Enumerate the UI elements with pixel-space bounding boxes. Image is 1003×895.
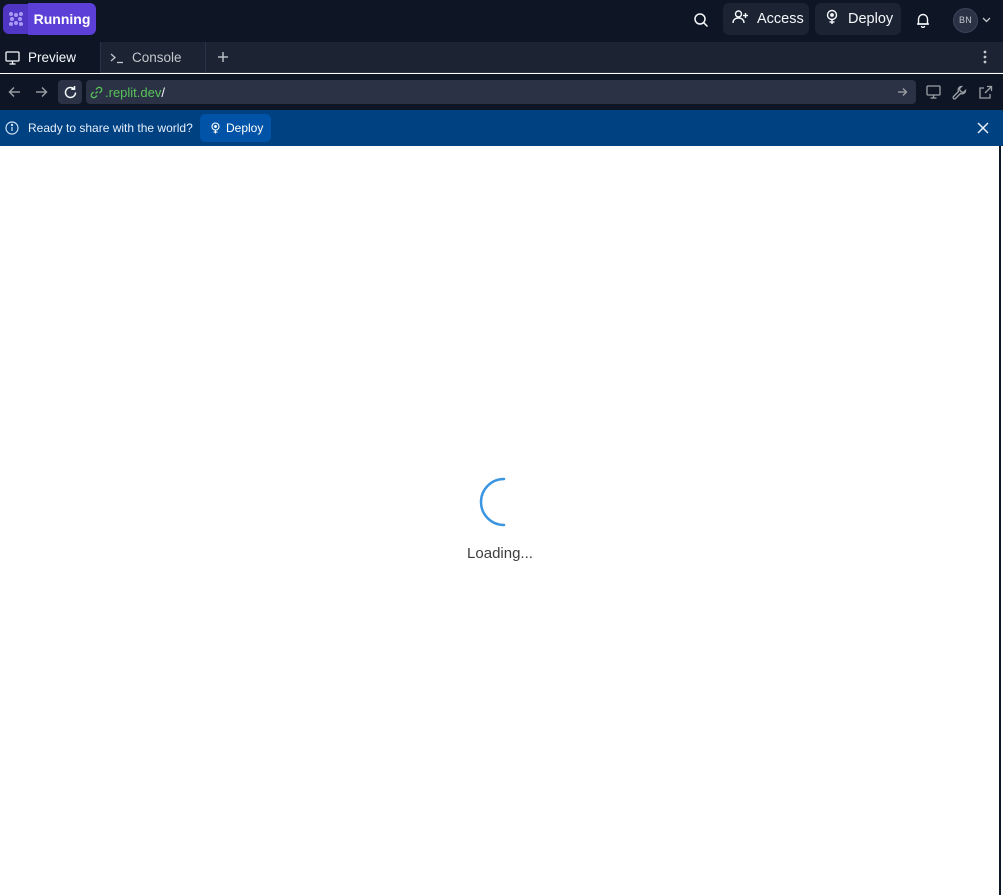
account-menu[interactable]: BN: [953, 7, 993, 33]
wrench-icon[interactable]: [948, 81, 970, 103]
forward-arrow-icon[interactable]: [30, 81, 52, 103]
tab-bar: Preview Console: [0, 42, 1003, 73]
info-icon: [4, 120, 20, 136]
reload-icon[interactable]: [58, 80, 82, 104]
url-bar: .replit.dev /: [0, 74, 1003, 110]
deploy-banner: Ready to share with the world? Deploy: [0, 110, 1003, 146]
tab-preview-label: Preview: [28, 50, 77, 65]
add-tab-icon[interactable]: [214, 48, 232, 66]
external-link-icon[interactable]: [974, 81, 996, 103]
loading-text: Loading...: [467, 545, 533, 562]
url-input[interactable]: .replit.dev /: [86, 80, 916, 104]
bell-icon[interactable]: [910, 7, 936, 33]
url-domain: .replit.dev: [105, 84, 162, 100]
terminal-icon: [110, 52, 124, 64]
tab-console-label: Console: [132, 50, 182, 65]
banner-deploy-button[interactable]: Deploy: [200, 114, 271, 142]
url-path: /: [161, 84, 165, 100]
replit-logo-icon[interactable]: [3, 4, 29, 34]
search-icon[interactable]: [688, 7, 714, 33]
banner-deploy-label: Deploy: [226, 121, 264, 135]
close-icon[interactable]: [976, 121, 990, 135]
tab-console[interactable]: Console: [102, 42, 206, 73]
banner-message: Ready to share with the world?: [28, 121, 193, 135]
top-bar: Running Access Deploy BN: [0, 0, 1003, 42]
chevron-down-icon: [982, 17, 991, 23]
monitor-icon: [5, 50, 20, 65]
deploy-button[interactable]: Deploy: [815, 3, 901, 35]
deploy-icon: [210, 122, 221, 134]
access-button[interactable]: Access: [723, 3, 809, 35]
link-icon: [90, 86, 103, 99]
deploy-label: Deploy: [848, 11, 894, 27]
run-button[interactable]: Running: [28, 3, 96, 35]
avatar: BN: [953, 7, 978, 33]
loading-spinner-icon: [474, 476, 526, 528]
tab-preview[interactable]: Preview: [0, 42, 101, 73]
back-arrow-icon[interactable]: [3, 81, 25, 103]
deploy-icon: [824, 9, 840, 29]
monitor-icon[interactable]: [922, 81, 944, 103]
access-label: Access: [757, 11, 804, 27]
user-plus-icon: [732, 9, 749, 29]
more-options-icon[interactable]: [978, 48, 992, 66]
go-arrow-icon[interactable]: [894, 84, 910, 100]
